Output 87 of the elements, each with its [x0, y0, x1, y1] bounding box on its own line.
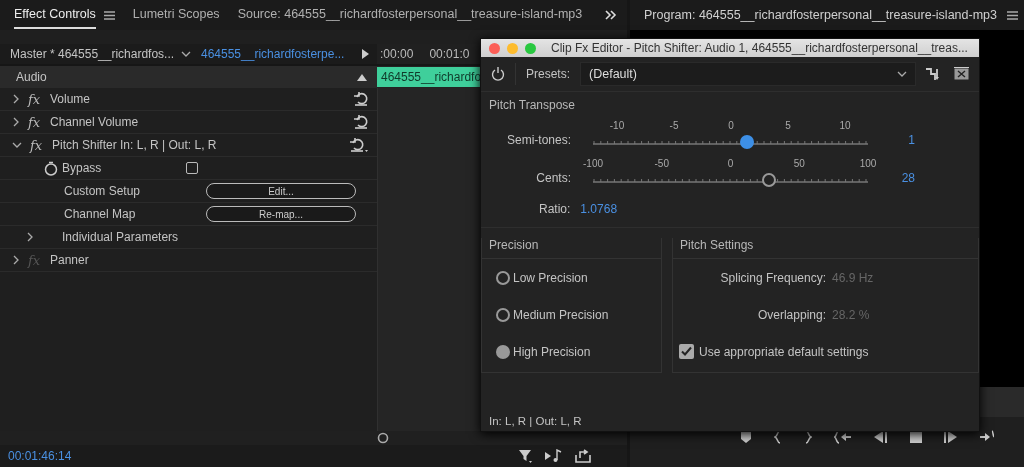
tick-label: -50	[654, 158, 669, 171]
routing-icon[interactable]	[926, 67, 940, 81]
slider-track[interactable]	[593, 172, 868, 188]
section-title: Pitch Transpose	[489, 98, 577, 112]
stopwatch-icon[interactable]	[44, 160, 58, 176]
ruler-time: 00:01:0	[429, 47, 470, 61]
tick-label: -100	[583, 158, 603, 171]
timecode[interactable]: 00:01:46:14	[8, 449, 72, 463]
radio-icon[interactable]	[496, 344, 510, 359]
channel-info: In: L, R | Out: L, R	[488, 415, 583, 429]
effect-name: Channel Volume	[50, 115, 140, 129]
filter-icon[interactable]	[519, 449, 533, 463]
radio-icon[interactable]	[496, 307, 510, 322]
slider-track[interactable]	[593, 134, 868, 150]
group-title: Precision	[481, 238, 662, 259]
section-label: Audio	[16, 70, 47, 84]
step-forward-icon[interactable]	[944, 431, 958, 443]
chevron-right-icon[interactable]	[12, 255, 20, 265]
param-label: Bypass	[62, 161, 102, 175]
panel-tab[interactable]: Lumetri Scopes	[132, 1, 220, 29]
slider-value[interactable]: 28	[868, 171, 915, 188]
tick-label: -10	[609, 120, 625, 133]
checkbox-label[interactable]: Use appropriate default settings	[699, 344, 869, 359]
param-group-label: Individual Parameters	[61, 230, 180, 244]
field-label: Splicing Frequency:	[719, 270, 826, 285]
slider-thumb[interactable]	[762, 173, 776, 187]
bypass-checkbox[interactable]	[186, 162, 198, 174]
slider-label: Semi-tones:	[505, 133, 571, 149]
ruler-time: :00:00	[380, 47, 414, 61]
sequence-clip-link[interactable]: 464555__richardfosterpe...	[201, 47, 345, 61]
slider-label: Cents:	[535, 171, 571, 187]
param-button[interactable]: Re-map...	[206, 206, 356, 222]
chevron-down-icon[interactable]	[12, 141, 22, 149]
ratio-value: 1.0768	[580, 202, 618, 216]
param-label: Custom Setup	[63, 184, 142, 198]
group-title: Pitch Settings	[672, 238, 979, 259]
effect-name: Pitch Shifter In: L, R | Out: L, R	[52, 138, 218, 152]
go-to-in-icon[interactable]	[834, 430, 852, 444]
param-label: Channel Map	[63, 207, 137, 221]
chevron-down-icon[interactable]	[181, 50, 191, 58]
precision-radio[interactable]: Low Precision	[482, 259, 661, 296]
effect-name: Volume	[50, 92, 92, 106]
tick-label: 0	[728, 120, 734, 133]
fx-label: fx	[28, 91, 42, 107]
power-icon[interactable]	[491, 67, 505, 81]
chevron-right-icon[interactable]	[12, 94, 20, 104]
precision-radio[interactable]: Medium Precision	[482, 296, 661, 333]
chevron-right-icon[interactable]	[12, 117, 20, 127]
fx-label: fx	[30, 137, 44, 153]
param-button[interactable]: Edit...	[206, 183, 356, 199]
chevron-right-icon[interactable]	[26, 232, 34, 242]
window-title: Clip Fx Editor - Pitch Shifter: Audio 1, 464555__richardfosterpersonal__treas...	[551, 41, 968, 55]
checkbox[interactable]	[679, 344, 694, 359]
tick-label: 5	[785, 120, 791, 133]
fx-label: fx	[28, 114, 42, 130]
master-clip-label: Master * 464555__richardfos...	[10, 47, 175, 61]
presets-label: Presets:	[526, 67, 570, 81]
scroll-handle-icon[interactable]	[377, 432, 389, 444]
field-label: Overlapping:	[756, 307, 826, 322]
go-to-out-icon[interactable]	[980, 430, 994, 444]
tick-label: -5	[669, 120, 679, 133]
overflow-icon[interactable]	[605, 10, 617, 20]
radio-icon[interactable]	[496, 270, 510, 285]
tick-label: 50	[793, 158, 805, 171]
reset-icon[interactable]	[353, 114, 369, 130]
tick-label: 10	[839, 120, 851, 133]
reset-icon[interactable]	[349, 137, 369, 153]
precision-radio[interactable]: High Precision	[482, 333, 661, 370]
close-box-icon[interactable]	[954, 67, 969, 80]
play-icon[interactable]	[361, 49, 369, 59]
menu-icon[interactable]	[1007, 10, 1018, 20]
slider-thumb[interactable]	[740, 135, 754, 149]
panel-tab[interactable]: Source: 464555__richardfosterpersonal__treasure-island-mp3	[237, 1, 583, 29]
tick-label: 0	[727, 158, 734, 171]
menu-icon[interactable]	[103, 10, 115, 20]
panel-tab[interactable]: Effect Controls	[14, 1, 96, 29]
collapse-icon[interactable]	[357, 73, 367, 81]
export-icon[interactable]	[575, 449, 591, 463]
tick-label: 100	[859, 158, 877, 171]
play-audio-icon[interactable]	[545, 449, 563, 463]
slider-value[interactable]: 1	[868, 133, 915, 150]
step-back-icon[interactable]	[874, 431, 888, 443]
reset-icon[interactable]	[353, 91, 369, 107]
chevron-down-icon[interactable]	[897, 70, 907, 78]
presets-dropdown[interactable]: (Default)	[580, 62, 916, 86]
effect-name: Panner	[50, 253, 90, 267]
ratio-label: Ratio:	[539, 202, 571, 216]
